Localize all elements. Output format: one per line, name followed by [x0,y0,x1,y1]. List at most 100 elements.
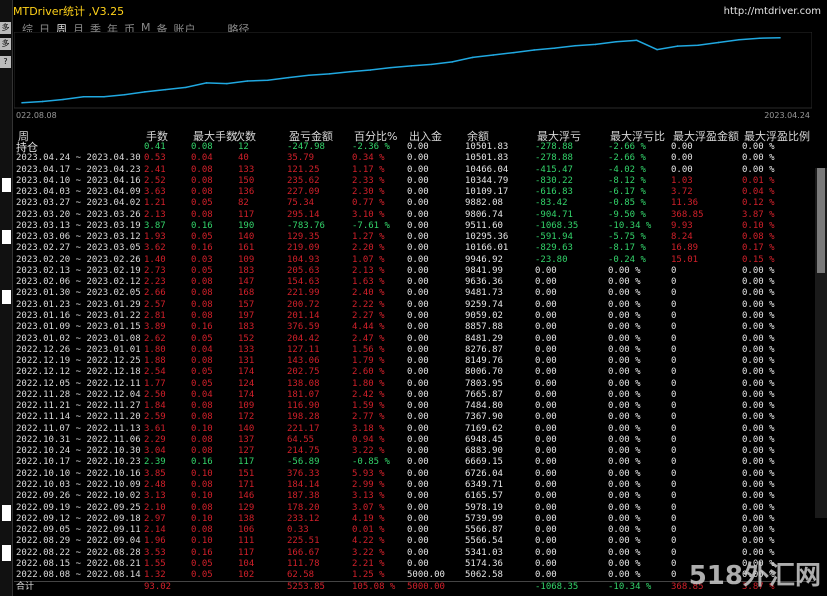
toolbar-button-1[interactable]: 多 [0,22,11,34]
cell-最大浮亏: 0.00 [535,536,557,547]
table-row[interactable]: 2022.10.10 ~ 2022.10.16 3.85 0.10 151 376.33… [14,469,814,480]
cell-百分比%: 0.94 % [352,434,385,445]
table-row[interactable]: 2023.03.13 ~ 2023.03.19 3.87 0.16 190 -783.7… [14,221,814,232]
scrollbar-thumb[interactable] [817,168,825,273]
cell-百分比%: 1.07 % [352,254,385,265]
table-row[interactable]: 2022.10.24 ~ 2022.10.30 3.04 0.08 127 214.75… [14,446,814,457]
table-row[interactable]: 2022.11.07 ~ 2022.11.13 3.61 0.10 140 221.17… [14,424,814,435]
table-row[interactable]: 2023.02.13 ~ 2023.02.19 2.73 0.05 183 205.63… [14,266,814,277]
table-row[interactable]: 2022.09.26 ~ 2022.10.02 3.13 0.10 146 187.38… [14,491,814,502]
cell-出入金: 0.00 [407,164,429,175]
cell-最大浮盈比例: 0.00 % [742,310,775,321]
cell-出入金: 0.00 [407,277,429,288]
cell-出入金: 0.00 [407,153,429,164]
cell-最大浮盈金额: 0.00 [671,164,693,175]
cell-最大浮亏比: 0.00 % [608,423,641,434]
table-row[interactable]: 2022.08.29 ~ 2022.09.04 1.96 0.10 111 225.51… [14,536,814,547]
cell-次数: 109 [238,254,255,265]
cell-最大浮亏: 0.00 [535,356,557,367]
cell-最大浮亏比: 0.00 % [608,378,641,389]
period-cell: 2022.11.14 ~ 2022.11.20 [16,412,141,423]
cell-盈亏金额: 129.35 [287,232,320,243]
cell-百分比%: 2.33 % [352,175,385,186]
table-row[interactable]: 2023.01.02 ~ 2023.01.08 2.62 0.05 152 204.42… [14,334,814,345]
cell-出入金: 0.00 [407,187,429,198]
cell-手数: 3.53 [144,547,166,558]
table-row[interactable]: 2023.01.23 ~ 2023.01.29 2.57 0.08 157 200.72… [14,300,814,311]
table-row[interactable]: 2022.10.31 ~ 2022.11.06 2.29 0.08 137 64.55 0… [14,435,814,446]
table-row[interactable]: 2022.12.19 ~ 2022.12.25 1.88 0.08 131 143.06… [14,356,814,367]
cell-百分比%: 2.42 % [352,389,385,400]
bar-marker [2,230,11,244]
cell-盈亏金额: 204.42 [287,333,320,344]
period-cell: 2022.12.12 ~ 2022.12.18 [16,367,141,378]
cell-次数: 171 [238,479,255,490]
cell-最大浮盈金额: 0 [671,356,677,367]
table-row[interactable]: 2022.11.14 ~ 2022.11.20 2.59 0.08 172 198.28… [14,412,814,423]
scrollbar[interactable] [815,168,827,518]
period-cell: 2023.03.13 ~ 2023.03.19 [16,220,141,231]
cell-盈亏金额: 235.62 [287,175,320,186]
help-button[interactable]: ? [0,56,11,68]
cell-次数: 124 [238,378,255,389]
table-row[interactable]: 2022.12.26 ~ 2023.01.01 1.80 0.04 133 127.11… [14,345,814,356]
table-row[interactable]: 2023.04.10 ~ 2023.04.16 2.52 0.08 150 235.62… [14,176,814,187]
cell-最大浮亏: 0.00 [535,265,557,276]
table-row[interactable]: 2022.11.28 ~ 2022.12.04 2.50 0.04 174 181.07… [14,390,814,401]
cell-最大浮亏: 0.00 [535,525,557,536]
table-row[interactable]: 2023.04.03 ~ 2023.04.09 3.63 0.08 136 227.09… [14,187,814,198]
cell-百分比%: 1.27 % [352,232,385,243]
holding-row[interactable]: 持仓 0.41 0.08 12 -247.98 -2.36 % 0.00 10501.83 -2… [14,142,814,154]
table-row[interactable]: 2023.02.20 ~ 2023.02.26 1.40 0.03 109 104.93… [14,255,814,266]
table-row[interactable]: 2022.12.05 ~ 2022.12.11 1.77 0.05 124 138.08… [14,379,814,390]
table-row[interactable]: 2023.04.24 ~ 2023.04.30 0.53 0.04 40 35.79 0.… [14,153,814,164]
cell-出入金: 0.00 [407,491,429,502]
cell-出入金: 5000.00 [407,582,445,593]
cell-最大浮盈金额: 3.72 [671,187,693,198]
cell-最大浮盈比例: 0.00 % [742,389,775,400]
cell-手数: 1.40 [144,254,166,265]
table-row[interactable]: 2023.04.17 ~ 2023.04.23 2.41 0.08 133 121.25… [14,165,814,176]
cell-手数: 0.53 [144,153,166,164]
cell-最大手数: 0.08 [191,288,213,299]
table-row[interactable]: 2022.09.12 ~ 2022.09.18 2.97 0.10 138 233.12… [14,514,814,525]
period-cell: 2022.08.08 ~ 2022.08.14 [16,570,141,581]
cell-次数: 172 [238,412,255,423]
cell-最大浮盈比例: 0.00 % [742,288,775,299]
cell-百分比%: 3.18 % [352,423,385,434]
cell-最大浮盈金额: 0 [671,310,677,321]
table-row[interactable]: 2022.10.17 ~ 2022.10.23 2.39 0.16 117 -56.89… [14,457,814,468]
cell-最大浮盈金额: 0 [671,299,677,310]
table-row[interactable]: 2022.12.12 ~ 2022.12.18 2.54 0.05 174 202.75… [14,367,814,378]
table-row[interactable]: 2022.09.19 ~ 2022.09.25 2.10 0.08 129 178.20… [14,503,814,514]
balance-point-7 [164,88,167,91]
period-cell: 2022.11.28 ~ 2022.12.04 [16,389,141,400]
cell-最大浮盈金额: 0 [671,446,677,457]
cell-最大浮盈比例: 0.00 % [742,277,775,288]
cell-出入金: 0.00 [407,310,429,321]
cell-最大浮盈比例: 0.00 % [742,513,775,524]
table-row[interactable]: 2023.03.06 ~ 2023.03.12 1.93 0.05 140 129.35… [14,232,814,243]
table-row[interactable]: 2022.10.03 ~ 2022.10.09 2.48 0.08 171 184.14… [14,480,814,491]
cell-手数: 3.85 [144,468,166,479]
table-row[interactable]: 2023.01.30 ~ 2023.02.05 2.66 0.08 168 221.99… [14,288,814,299]
table-row[interactable]: 2022.09.05 ~ 2022.09.11 2.14 0.08 106 0.33 0.… [14,525,814,536]
toolbar-button-2[interactable]: 多 [0,38,11,50]
table-row[interactable]: 2023.01.09 ~ 2023.01.15 3.89 0.16 183 376.59… [14,322,814,333]
table-row[interactable]: 2023.02.06 ~ 2023.02.12 2.23 0.08 147 154.63… [14,277,814,288]
table-row[interactable]: 2023.03.20 ~ 2023.03.26 2.13 0.08 117 295.14… [14,210,814,221]
table-row[interactable]: 2022.11.21 ~ 2022.11.27 1.84 0.08 109 116.90… [14,401,814,412]
cell-出入金: 0.00 [407,446,429,457]
cell-百分比%: 2.60 % [352,367,385,378]
cell-百分比%: 1.79 % [352,356,385,367]
cell-次数: 127 [238,446,255,457]
site-url[interactable]: http://mtdriver.com [724,6,821,17]
table-row[interactable]: 2023.02.27 ~ 2023.03.05 3.62 0.16 161 219.09… [14,243,814,254]
table-row[interactable]: 2023.03.27 ~ 2023.04.02 1.21 0.05 82 75.34 0.… [14,198,814,209]
cell-出入金: 0.00 [407,265,429,276]
table-row[interactable]: 2023.01.16 ~ 2023.01.22 2.81 0.08 197 201.14… [14,311,814,322]
cell-次数: 137 [238,434,255,445]
cell-最大手数: 0.08 [191,446,213,457]
cell-盈亏金额: 75.34 [287,198,315,209]
cell-百分比%: 2.47 % [352,333,385,344]
